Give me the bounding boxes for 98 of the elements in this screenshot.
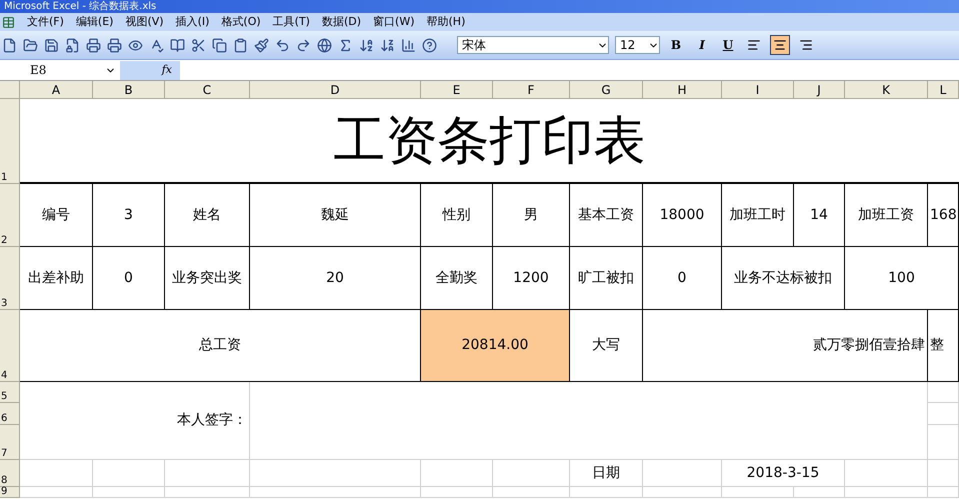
menu-item[interactable]: 帮助(H) [426, 14, 466, 30]
align-icon [799, 38, 813, 52]
printer-icon[interactable] [86, 38, 101, 52]
column-header[interactable]: C [165, 81, 250, 99]
cut-icon[interactable] [191, 38, 206, 52]
row-header[interactable]: 7 [0, 425, 20, 460]
column-header[interactable]: H [643, 81, 722, 99]
folder-icon[interactable] [23, 38, 38, 52]
table-cell: 加班工时 [722, 184, 794, 247]
column-header[interactable]: I [722, 81, 794, 99]
table-cell: 性别 [421, 184, 493, 247]
align-icon [747, 38, 761, 52]
table-cell: 全勤奖 [421, 247, 493, 310]
empty-cell [93, 487, 165, 498]
table-cell: 大写 [570, 310, 643, 382]
window-title: Microsoft Excel - 综合数据表.xls [4, 0, 156, 12]
new-file-icon[interactable] [2, 38, 17, 52]
format-button[interactable]: I [692, 35, 712, 55]
column-header[interactable]: K [845, 81, 928, 99]
column-header[interactable]: G [570, 81, 643, 99]
empty-cell [928, 460, 959, 487]
format-button[interactable]: B [666, 35, 686, 55]
empty-cell [421, 460, 493, 487]
table-cell: 0 [643, 247, 722, 310]
bar-chart-icon[interactable] [401, 38, 416, 52]
empty-cell [421, 487, 493, 498]
row-header[interactable]: 9 [0, 487, 20, 498]
column-header[interactable]: D [250, 81, 421, 99]
table-cell: 整 [928, 310, 959, 382]
align-button[interactable] [770, 35, 790, 55]
table-cell: 贰万零捌佰壹拾肆 [643, 310, 928, 382]
row-header[interactable]: 5 [0, 382, 20, 403]
row-header[interactable]: 1 [0, 99, 20, 184]
row-header[interactable]: 8 [0, 460, 20, 487]
table-cell: 总工资 [20, 310, 421, 382]
help-icon[interactable] [422, 38, 437, 52]
table-cell: 0 [93, 247, 165, 310]
font-size-field[interactable]: 12 [615, 36, 660, 54]
table-cell: 1200 [493, 247, 570, 310]
menu-item[interactable]: 窗口(W) [373, 14, 414, 30]
font-name-field[interactable]: 宋体 [457, 36, 609, 54]
row-header[interactable]: 6 [0, 403, 20, 425]
table-cell: 14 [794, 184, 845, 247]
row-header[interactable]: 3 [0, 247, 20, 310]
column-header[interactable]: J [794, 81, 845, 99]
column-header[interactable]: L [928, 81, 959, 99]
sort-descending-icon[interactable] [380, 38, 395, 52]
empty-cell [928, 403, 959, 425]
preview-icon[interactable] [128, 38, 143, 52]
file-lock-icon[interactable] [65, 38, 80, 52]
menu-item[interactable]: 格式(O) [221, 14, 261, 30]
format-button[interactable]: U [718, 35, 738, 55]
sort-ascending-icon[interactable] [359, 38, 374, 52]
table-cell: 姓名 [165, 184, 250, 247]
menu-item[interactable]: 编辑(E) [76, 14, 114, 30]
undo-icon[interactable] [275, 38, 290, 52]
table-cell: 本人签字： [20, 382, 250, 460]
table-cell: 3 [93, 184, 165, 247]
column-header[interactable]: E [421, 81, 493, 99]
menu-item[interactable]: 插入(I) [176, 14, 210, 30]
book-icon[interactable] [170, 38, 185, 52]
table-cell: 业务突出奖 [165, 247, 250, 310]
table-cell: 168 [928, 184, 959, 247]
save-icon[interactable] [44, 38, 59, 52]
row-header[interactable]: 2 [0, 184, 20, 247]
sigma-icon[interactable] [338, 38, 353, 52]
empty-cell [928, 425, 959, 460]
table-cell: 基本工资 [570, 184, 643, 247]
paste-icon[interactable] [233, 38, 248, 52]
menu-item[interactable]: 数据(D) [322, 14, 362, 30]
align-icon [773, 38, 787, 52]
menu-item[interactable]: 视图(V) [125, 14, 164, 30]
spreadsheet-icon [2, 16, 15, 28]
row-header[interactable]: 4 [0, 310, 20, 382]
print-icon[interactable] [107, 38, 122, 52]
table-cell: 20 [250, 247, 421, 310]
table-cell: 出差补助 [20, 247, 93, 310]
column-header[interactable]: B [93, 81, 165, 99]
table-cell: 编号 [20, 184, 93, 247]
globe-icon[interactable] [317, 38, 332, 52]
column-header[interactable]: F [493, 81, 570, 99]
table-cell: 18000 [643, 184, 722, 247]
copy-icon[interactable] [212, 38, 227, 52]
table-cell: 业务不达标被扣 [722, 247, 845, 310]
empty-cell [928, 487, 959, 498]
paintbrush-icon[interactable] [254, 38, 269, 52]
function-label[interactable]: fx [162, 62, 172, 78]
table-cell: 加班工资 [845, 184, 928, 247]
redo-icon[interactable] [296, 38, 311, 52]
spellcheck-icon[interactable] [149, 38, 164, 52]
table-cell: 100 [845, 247, 959, 310]
table-cell: 魏延 [250, 184, 421, 247]
menu-item[interactable]: 文件(F) [27, 14, 64, 30]
table-cell: 20814.00 [421, 310, 570, 382]
menu-item[interactable]: 工具(T) [272, 14, 310, 30]
table-cell: 男 [493, 184, 570, 247]
table-cell: 旷工被扣 [570, 247, 643, 310]
column-header[interactable]: A [20, 81, 93, 99]
